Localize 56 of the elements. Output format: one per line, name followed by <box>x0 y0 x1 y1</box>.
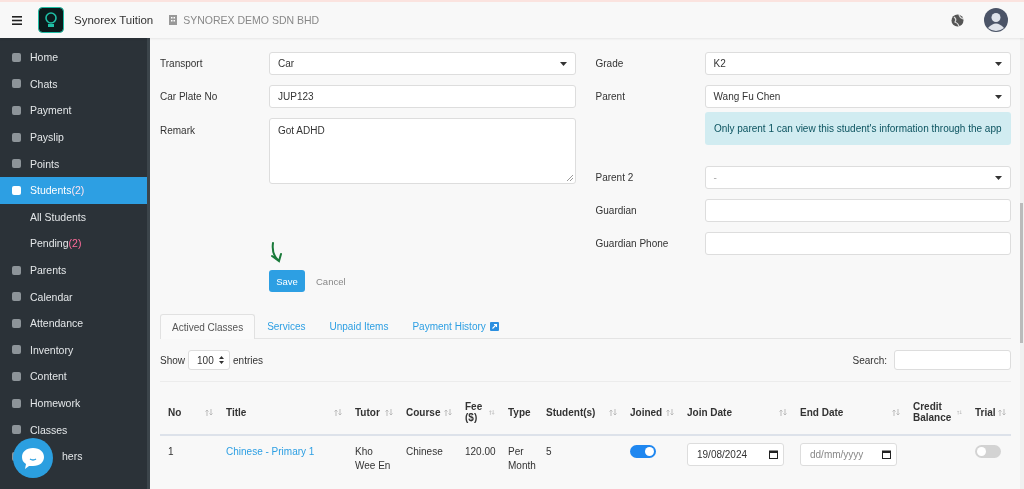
column-header[interactable]: Credit Balance <box>913 401 956 423</box>
table-cell: 5 <box>546 446 552 457</box>
column-header[interactable]: Student(s) <box>546 406 596 418</box>
table-cell: Per Month <box>508 446 536 471</box>
sidebar-subitem[interactable]: Pending(2) <box>0 230 147 257</box>
sidebar-item[interactable]: Inventory <box>0 336 147 364</box>
input-field[interactable]: JUP123 <box>269 85 576 108</box>
column-header[interactable]: Course <box>406 406 441 418</box>
cancel-link[interactable]: Cancel <box>316 275 346 287</box>
select-field[interactable]: K2 <box>704 52 1011 75</box>
table-cell: Chinese <box>406 446 443 457</box>
info-alert: Only parent 1 can view this student's information through the app <box>704 112 1011 145</box>
sidebar-item[interactable]: Chats <box>0 70 147 98</box>
sidebar-item[interactable]: Calendar <box>0 283 147 310</box>
field-label: Remark <box>160 124 196 136</box>
sidebar-item[interactable]: Classes <box>0 416 147 443</box>
sidebar-item[interactable]: Attendance <box>0 309 147 337</box>
remark-textarea[interactable]: Got ADHD <box>269 118 576 184</box>
app-name: Synorex Tuition <box>74 14 154 26</box>
show-label: Show <box>160 354 185 366</box>
entries-label: entries <box>233 354 264 366</box>
select-field[interactable]: Car <box>269 52 576 75</box>
column-header[interactable]: Fee ($) <box>465 401 488 423</box>
tab[interactable]: Actived Classes <box>160 314 256 339</box>
date-field[interactable]: 19/08/2024 <box>687 443 784 466</box>
select-field[interactable]: Wang Fu Chen <box>704 85 1011 108</box>
field-label: Grade <box>595 58 625 69</box>
entries-select[interactable]: 100 <box>188 350 230 370</box>
column-header[interactable]: End Date <box>800 406 844 418</box>
column-header[interactable]: Tutor <box>355 406 380 418</box>
table-cell: Kho Wee En <box>355 446 391 471</box>
column-header[interactable]: Trial <box>975 406 996 418</box>
column-header[interactable]: Title <box>226 406 247 418</box>
company-name: SYNOREX DEMO SDN BHD <box>183 14 320 26</box>
date-field[interactable]: dd/mm/yyyy <box>800 443 897 466</box>
sidebar-item[interactable]: Payslip <box>0 123 147 151</box>
column-header[interactable]: Type <box>508 406 531 418</box>
field-label: Parent 2 <box>595 172 635 183</box>
table-cell: 120.00 <box>465 446 496 457</box>
field-label: Car Plate No <box>160 91 219 102</box>
sidebar-item[interactable]: Points <box>0 150 147 177</box>
column-header[interactable]: Join Date <box>687 406 732 418</box>
search-label: Search: <box>852 354 887 366</box>
field-label: Guardian Phone <box>595 238 670 249</box>
column-header[interactable]: No <box>168 406 182 418</box>
field-label: Parent <box>595 91 626 102</box>
field-label: Transport <box>160 58 204 69</box>
sidebar-item[interactable]: Homework <box>0 389 147 417</box>
field-label: Guardian <box>595 205 638 216</box>
sidebar-item[interactable]: Home <box>0 44 147 71</box>
column-header[interactable]: Joined <box>630 406 663 418</box>
sidebar-subitem[interactable]: All Students <box>0 203 147 231</box>
table-cell: 1 <box>168 446 174 457</box>
sidebar-item[interactable]: Content <box>0 363 147 390</box>
sidebar-item[interactable]: Parents <box>0 256 147 284</box>
sidebar-item[interactable]: Payment <box>0 97 147 124</box>
